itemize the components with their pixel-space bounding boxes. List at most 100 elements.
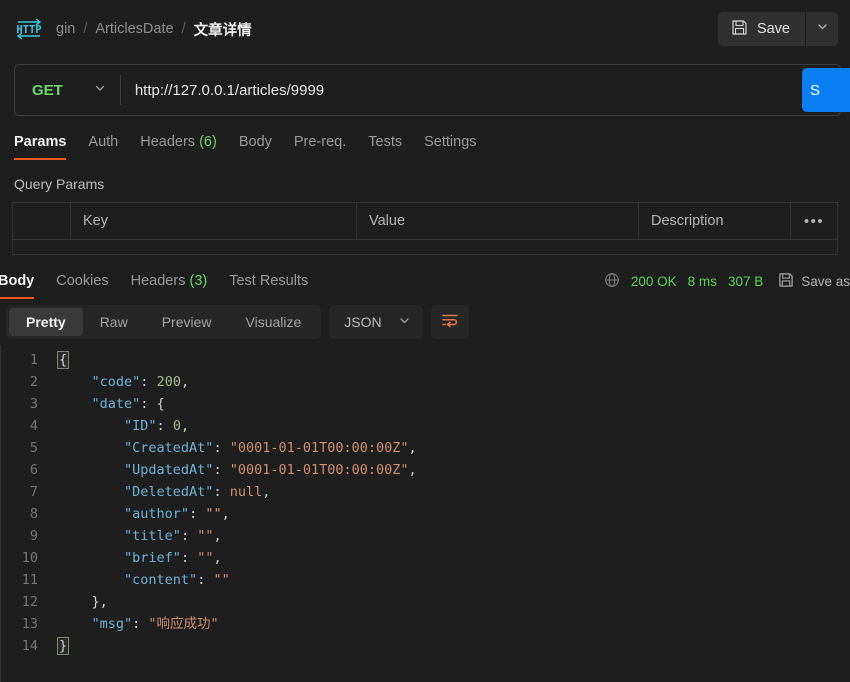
code-line-text: "brief": "",	[48, 547, 222, 569]
url-bar: GET	[14, 64, 841, 116]
code-line-text: "ID": 0,	[48, 415, 189, 437]
tab-settings[interactable]: Settings	[413, 134, 487, 160]
response-tab-test-results-label: Test Results	[229, 273, 309, 289]
status-code: 200 OK	[630, 274, 677, 289]
query-params-check-column	[13, 203, 71, 239]
query-params-header-row: Key Value Description •••	[13, 203, 837, 240]
view-mode-visualize[interactable]: Visualize	[229, 308, 319, 336]
code-token-str: ""	[197, 528, 214, 544]
tab-tests[interactable]: Tests	[357, 134, 413, 160]
tab-prerequest-label: Pre-req.	[293, 134, 347, 150]
line-number: 7	[29, 484, 38, 500]
column-header-description: Description	[651, 213, 724, 229]
response-status-bar: 200 OK 8 ms 307 B Save as	[604, 272, 850, 299]
response-size: 307 B	[727, 274, 764, 289]
code-line: 2 "code": 200,	[0, 371, 850, 393]
api-client-window: HTTP gin / ArticlesDate / 文章详情 Save GET …	[0, 0, 850, 682]
response-format-label: JSON	[344, 314, 382, 330]
code-token-punct: :	[132, 616, 149, 632]
tab-body[interactable]: Body	[228, 134, 283, 160]
chevron-down-icon	[93, 81, 107, 100]
view-mode-preview[interactable]: Preview	[145, 308, 229, 336]
line-number: 11	[21, 572, 38, 588]
code-line-text: "CreatedAt": "0001-01-01T00:00:00Z",	[48, 437, 417, 459]
method-selector[interactable]: GET	[15, 65, 120, 115]
view-mode-pretty[interactable]: Pretty	[9, 308, 83, 336]
save-response-button[interactable]: Save as	[778, 272, 850, 291]
code-token-key: "date"	[91, 396, 141, 412]
breadcrumb-item-1[interactable]: ArticlesDate	[95, 21, 173, 37]
tab-prerequest[interactable]: Pre-req.	[283, 134, 357, 160]
code-token-brace-close: }	[56, 637, 70, 655]
code-token-str: "0001-01-01T00:00:00Z"	[229, 440, 409, 456]
code-token-punct: ,	[408, 440, 417, 456]
request-tabs: Params Auth Headers (6) Body Pre-req. Te…	[0, 122, 850, 160]
response-header: Body Cookies Headers (3) Test Results 20…	[0, 259, 850, 299]
code-line-text: "code": 200,	[48, 371, 190, 393]
tab-body-label: Body	[238, 134, 272, 150]
response-tab-test-results[interactable]: Test Results	[218, 273, 319, 299]
globe-icon	[604, 272, 620, 291]
line-number: 9	[29, 528, 38, 544]
code-token-punct: :	[197, 572, 214, 588]
tab-auth[interactable]: Auth	[77, 134, 129, 160]
word-wrap-icon	[441, 312, 459, 333]
response-tab-headers-count: (3)	[189, 273, 208, 289]
breadcrumb-current: 文章详情	[193, 22, 252, 39]
url-input[interactable]	[120, 65, 840, 115]
code-token-key: "content"	[124, 572, 198, 588]
tab-params[interactable]: Params	[14, 134, 77, 160]
code-line-text: "content": ""	[48, 569, 230, 591]
code-token-punct: ,	[408, 462, 417, 478]
line-number: 10	[21, 550, 38, 566]
code-token-punct: ,	[213, 550, 222, 566]
code-left-border	[0, 345, 1, 682]
response-time: 8 ms	[687, 274, 717, 289]
tab-auth-label: Auth	[88, 134, 119, 150]
response-tab-cookies[interactable]: Cookies	[45, 273, 119, 299]
response-format-select[interactable]: JSON	[329, 305, 423, 339]
code-line: 13 "msg": "响应成功"	[0, 613, 850, 635]
method-label: GET	[32, 81, 63, 99]
code-token-punct: :	[156, 418, 173, 434]
save-options-button[interactable]	[806, 12, 838, 46]
code-token-punct: ,	[180, 418, 190, 434]
line-number: 6	[29, 462, 38, 478]
line-number: 12	[21, 594, 38, 610]
line-number: 4	[29, 418, 38, 434]
breadcrumb-item-0[interactable]: gin	[56, 21, 75, 37]
code-token-punct: ,	[262, 484, 271, 500]
floppy-disk-icon	[731, 19, 748, 40]
code-line: 14}	[0, 635, 850, 657]
chevron-down-icon	[398, 314, 411, 330]
chevron-down-icon	[816, 20, 829, 38]
code-token-key: "author"	[124, 506, 190, 522]
query-params-more-button[interactable]: •••	[790, 203, 837, 239]
code-token-punct: :	[140, 396, 157, 412]
code-token-punct: ,	[180, 374, 190, 390]
response-body-code[interactable]: 1{2 "code": 200, 3 "date": {4 "ID": 0, 5 "…	[0, 345, 850, 682]
code-token-key: "DeletedAt"	[124, 484, 214, 500]
view-mode-raw[interactable]: Raw	[83, 308, 145, 336]
code-line-text: "author": "",	[48, 503, 230, 525]
breadcrumb-separator: /	[83, 21, 88, 37]
tab-params-label: Params	[14, 134, 67, 150]
tab-headers[interactable]: Headers (6)	[129, 134, 228, 160]
url-bar-row: GET S	[0, 58, 850, 122]
code-token-str: "0001-01-01T00:00:00Z"	[229, 462, 409, 478]
send-button[interactable]: S	[802, 68, 850, 112]
response-tab-body[interactable]: Body	[0, 273, 45, 299]
code-token-punct: ,	[99, 594, 108, 610]
query-params-empty-row[interactable]	[13, 240, 837, 255]
code-line-text: "date": {	[48, 393, 165, 415]
response-tab-headers[interactable]: Headers (3)	[120, 273, 219, 299]
code-line-text: }	[48, 635, 70, 657]
code-token-punct: {	[156, 396, 165, 412]
save-button[interactable]: Save	[717, 12, 805, 46]
tab-settings-label: Settings	[424, 134, 477, 150]
response-tabs: Body Cookies Headers (3) Test Results	[0, 273, 604, 299]
code-line-list: 1{2 "code": 200, 3 "date": {4 "ID": 0, 5 "…	[0, 349, 850, 657]
word-wrap-button[interactable]	[430, 305, 469, 339]
code-token-key: "CreatedAt"	[124, 440, 214, 456]
code-line: 8 "author": "",	[0, 503, 850, 525]
